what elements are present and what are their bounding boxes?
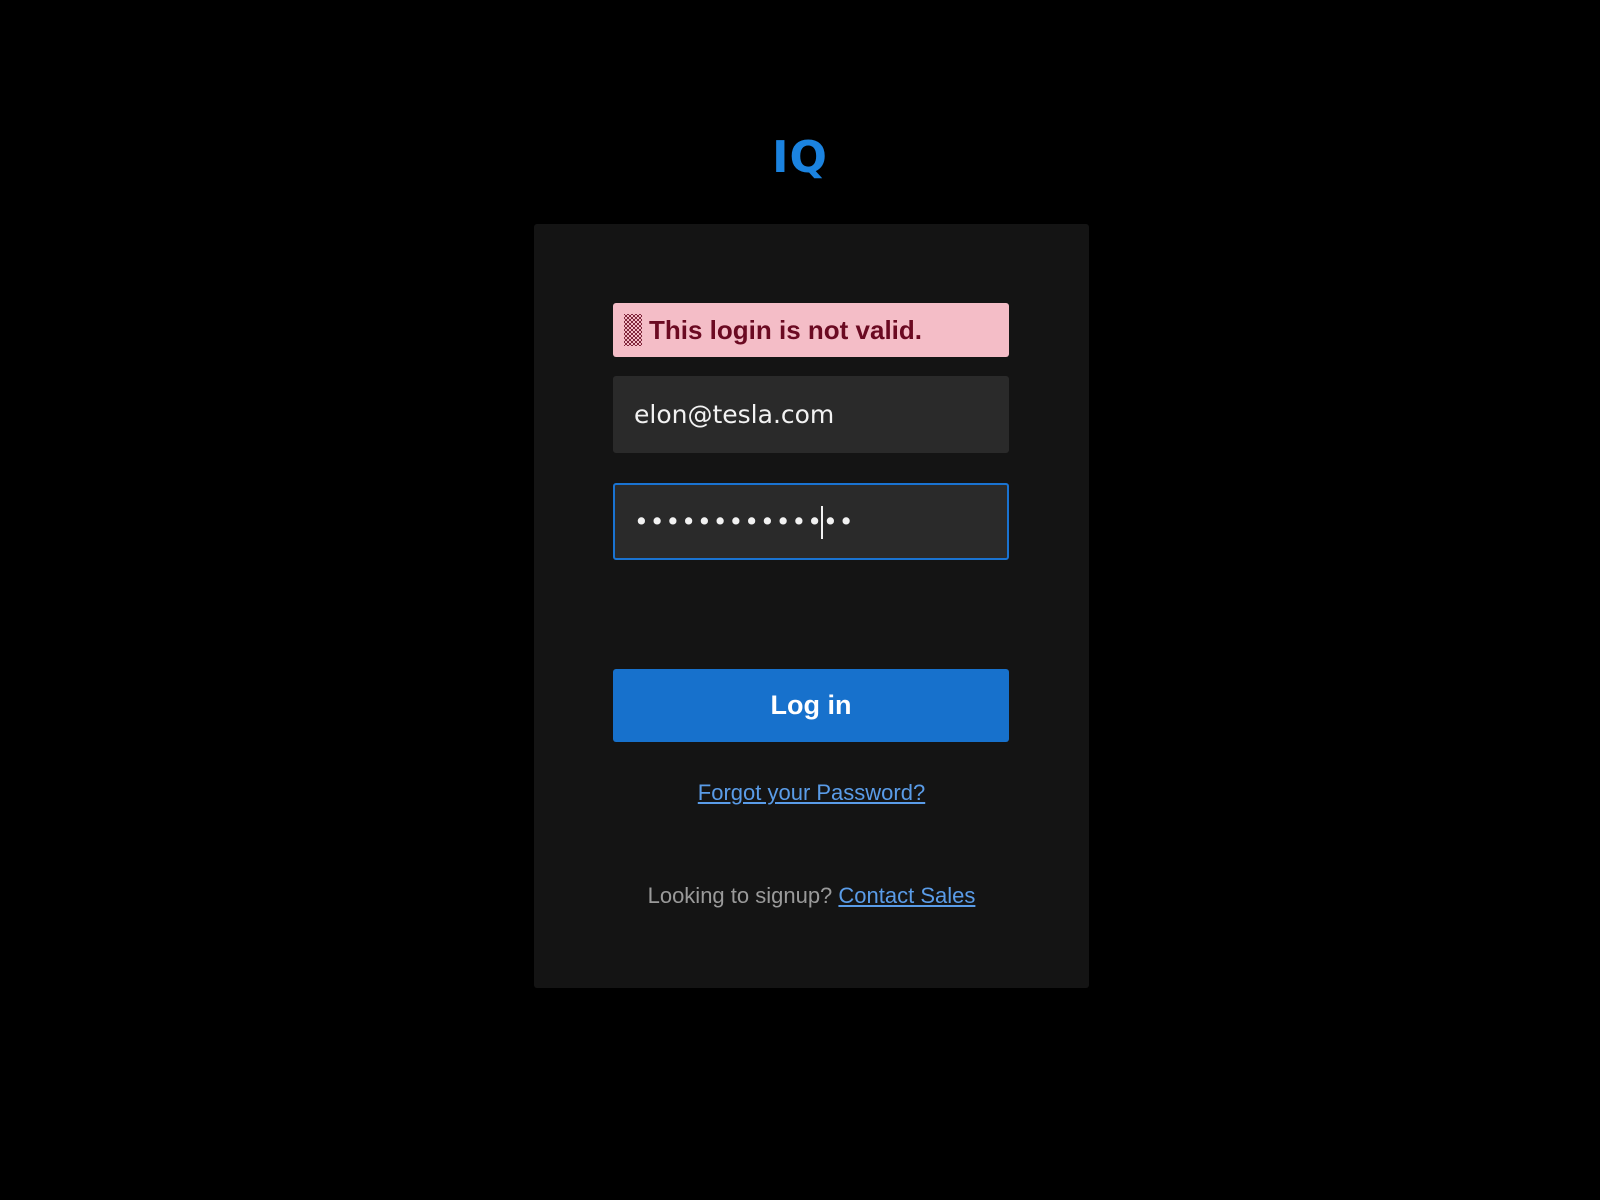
login-card: This login is not valid. Log in Forgot y… <box>534 224 1089 988</box>
error-banner: This login is not valid. <box>613 303 1009 357</box>
login-button[interactable]: Log in <box>613 669 1009 742</box>
brand-logo-text: IQ <box>772 132 828 183</box>
brand-logo: IQ <box>0 128 1600 188</box>
password-field[interactable] <box>613 483 1009 560</box>
signup-prompt: Looking to signup? <box>647 883 833 908</box>
forgot-password-row: Forgot your Password? <box>534 780 1089 806</box>
forgot-password-link[interactable]: Forgot your Password? <box>698 780 925 805</box>
warning-pattern-icon <box>624 314 642 346</box>
email-field[interactable] <box>613 376 1009 453</box>
login-page: IQ This login is not valid. Log in Forgo… <box>0 0 1600 1200</box>
signup-row: Looking to signup? Contact Sales <box>534 883 1089 909</box>
error-message: This login is not valid. <box>649 314 923 345</box>
contact-sales-link[interactable]: Contact Sales <box>838 883 975 908</box>
text-caret <box>821 506 823 539</box>
